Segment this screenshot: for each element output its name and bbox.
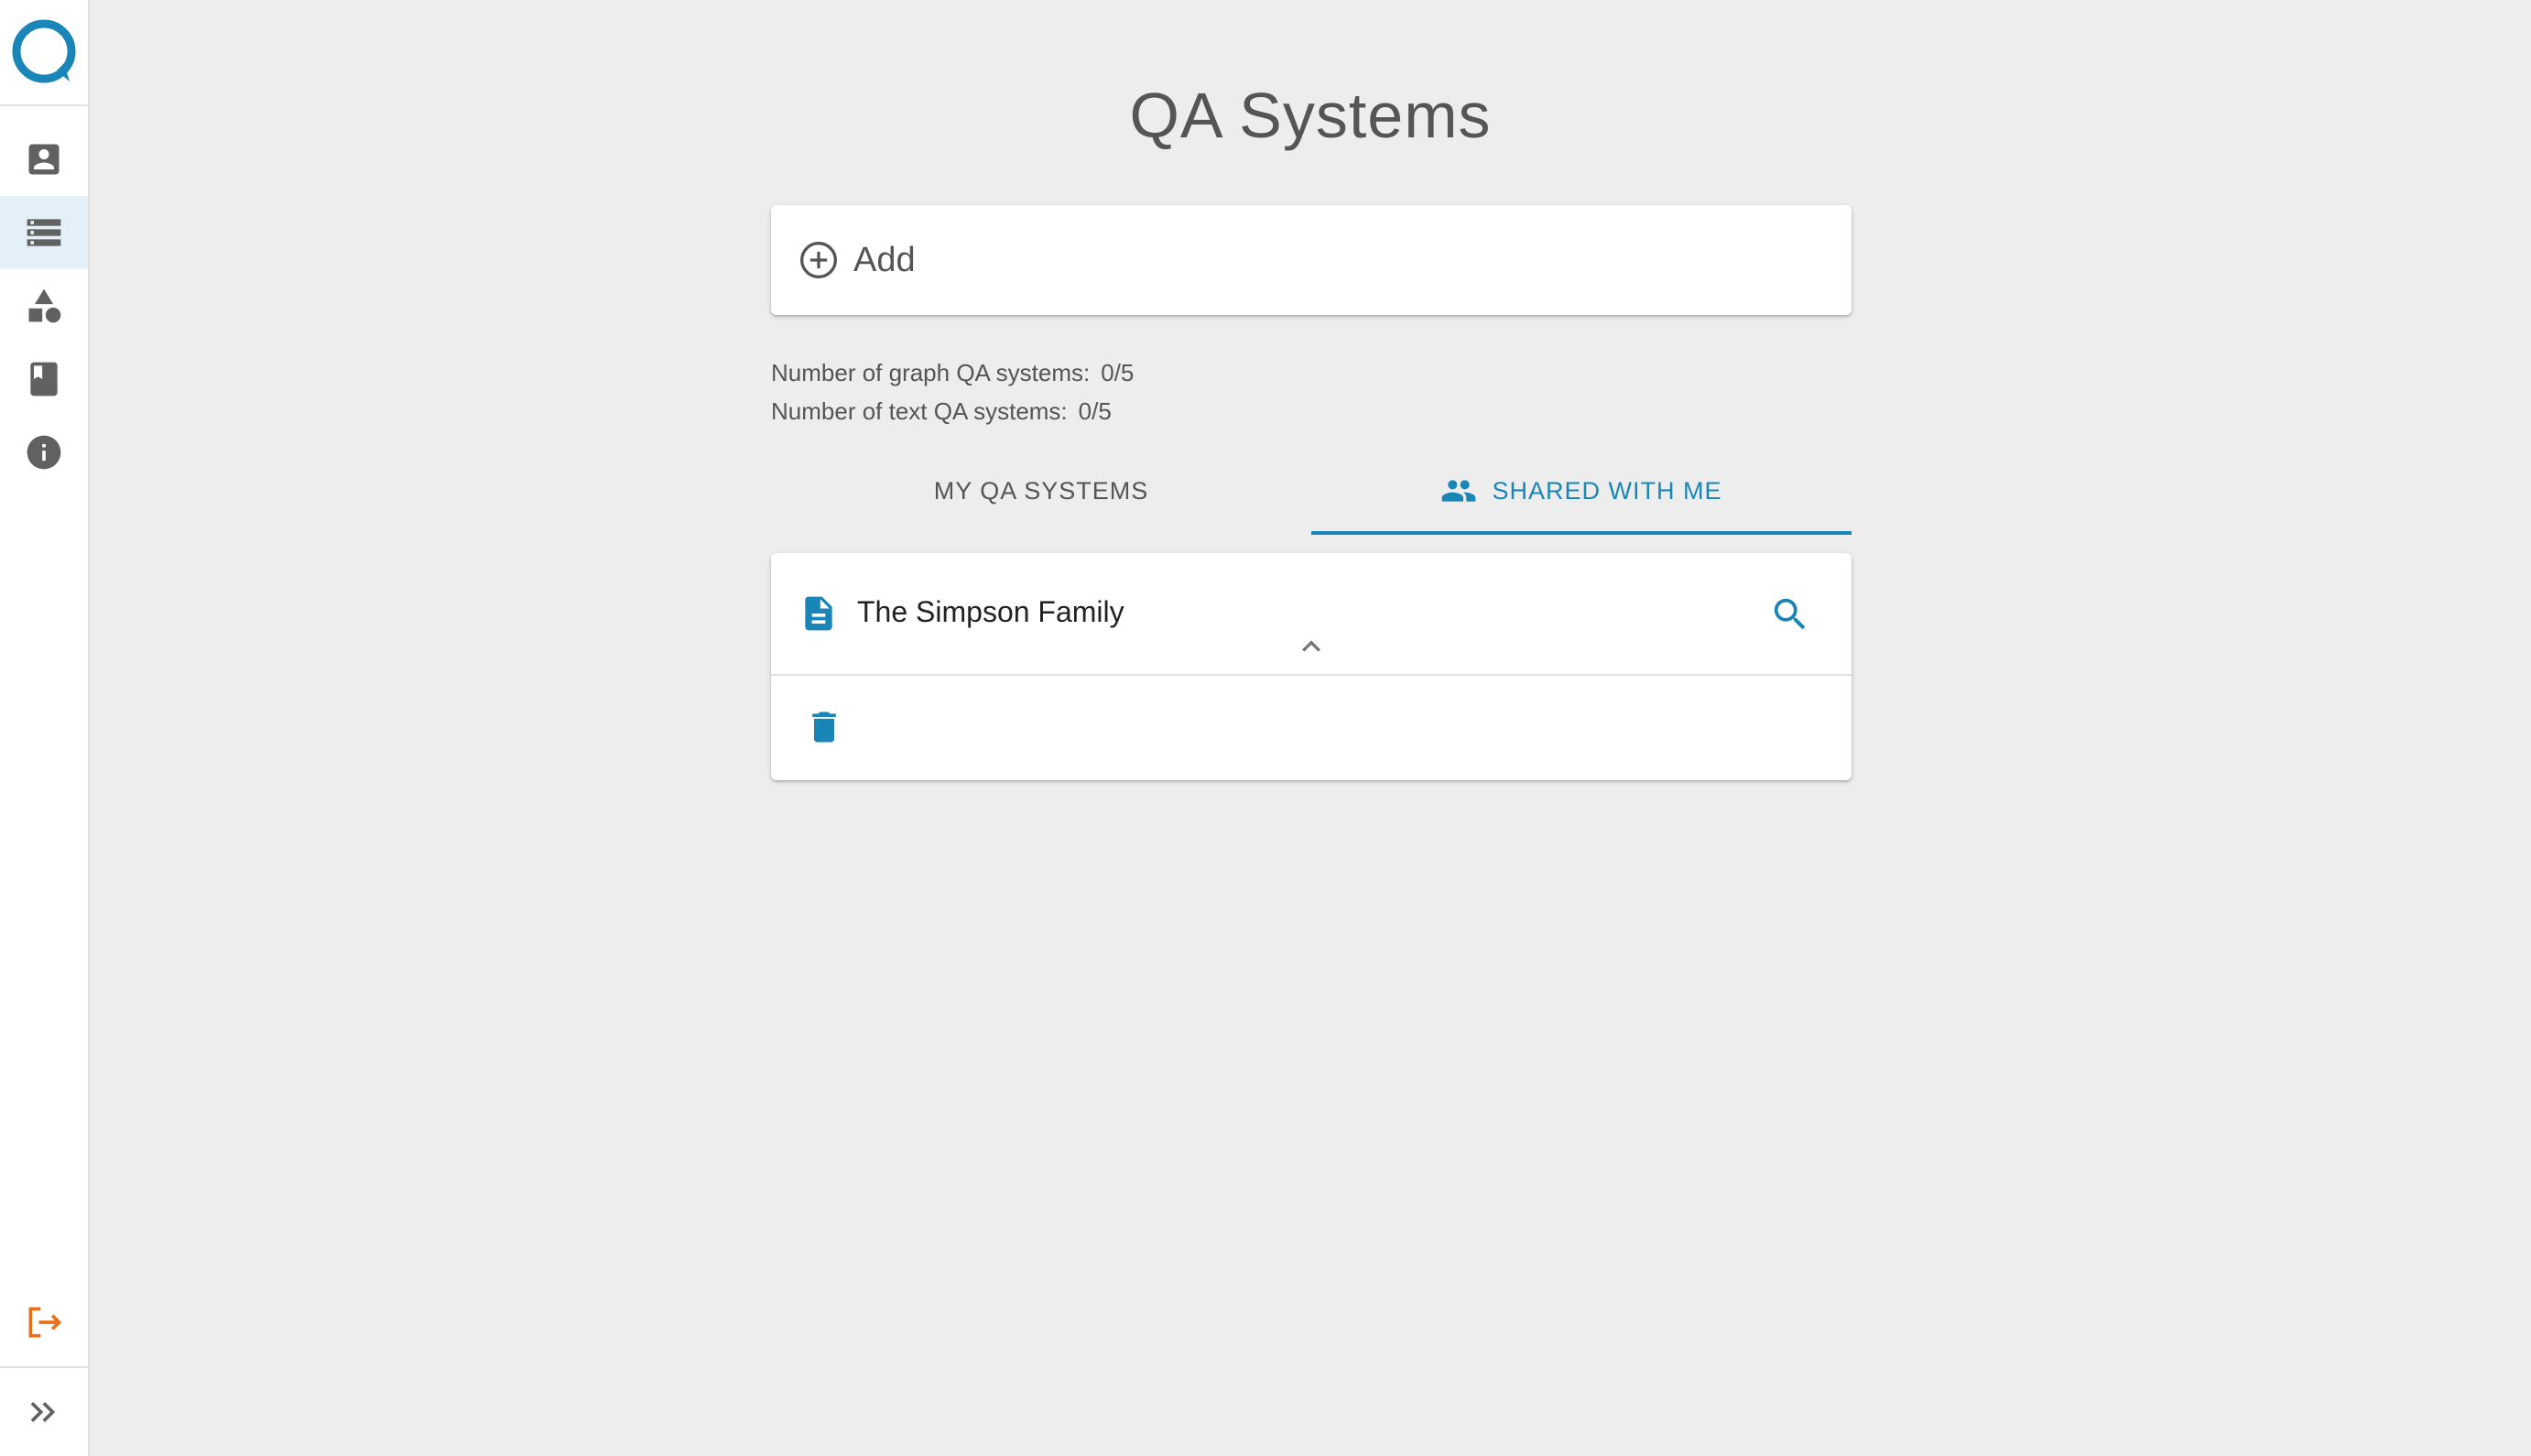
- sidebar-item-book[interactable]: [0, 342, 88, 416]
- storage-icon: [27, 219, 61, 246]
- people-icon: [1442, 480, 1476, 502]
- tab-shared-with-me[interactable]: SHARED WITH ME: [1311, 447, 1852, 535]
- sidebar-item-info[interactable]: [0, 416, 88, 489]
- text-qa-count-value: 0/5: [1078, 397, 1112, 425]
- graph-qa-count: Number of graph QA systems: 0/5: [771, 353, 1134, 392]
- chevron-up-icon[interactable]: [1293, 628, 1330, 665]
- qa-system-card: The Simpson Family: [771, 553, 1852, 780]
- qa-system-tabs: MY QA SYSTEMS SHARED WITH ME: [771, 447, 1852, 535]
- expand-sidebar-button[interactable]: [0, 1375, 88, 1449]
- page-title: QA Systems: [1129, 80, 1492, 151]
- qa-system-name: The Simpson Family: [857, 595, 1124, 628]
- app-logo[interactable]: [0, 0, 88, 106]
- tab-my-qa-systems-label: MY QA SYSTEMS: [933, 476, 1149, 505]
- text-qa-count-label: Number of text QA systems:: [771, 397, 1068, 425]
- sidebar-item-shapes[interactable]: [0, 269, 88, 342]
- logout-button[interactable]: [0, 1286, 88, 1359]
- qa-system-header[interactable]: The Simpson Family: [771, 553, 1852, 676]
- add-label: Add: [853, 240, 916, 279]
- double-chevron-right-icon: [30, 1402, 56, 1422]
- active-tab-indicator: [1311, 531, 1852, 535]
- qa-system-counts: Number of graph QA systems: 0/5 Number of…: [771, 353, 1134, 430]
- sidebar: [0, 0, 90, 1456]
- logo-ring-icon: [12, 19, 76, 83]
- sidebar-divider: [0, 1366, 88, 1368]
- sidebar-item-qa-systems[interactable]: [0, 196, 88, 269]
- add-qa-system-button[interactable]: Add: [771, 205, 1852, 315]
- main-content: QA Systems Add Number of graph QA system…: [90, 0, 2531, 1456]
- search-icon[interactable]: [1769, 593, 1811, 636]
- tab-my-qa-systems[interactable]: MY QA SYSTEMS: [771, 447, 1311, 535]
- add-circle-icon: [800, 242, 837, 278]
- logout-icon: [28, 1307, 62, 1338]
- graph-qa-count-label: Number of graph QA systems:: [771, 359, 1091, 386]
- tab-shared-with-me-label: SHARED WITH ME: [1492, 476, 1722, 505]
- text-qa-count: Number of text QA systems: 0/5: [771, 392, 1134, 430]
- text-document-icon: [805, 596, 832, 631]
- info-icon: [27, 435, 61, 470]
- category-shapes-icon: [28, 288, 61, 323]
- book-icon: [30, 362, 58, 397]
- delete-icon[interactable]: [804, 707, 844, 747]
- sidebar-item-account[interactable]: [0, 123, 88, 196]
- graph-qa-count-value: 0/5: [1101, 359, 1135, 386]
- account-box-icon: [28, 144, 60, 175]
